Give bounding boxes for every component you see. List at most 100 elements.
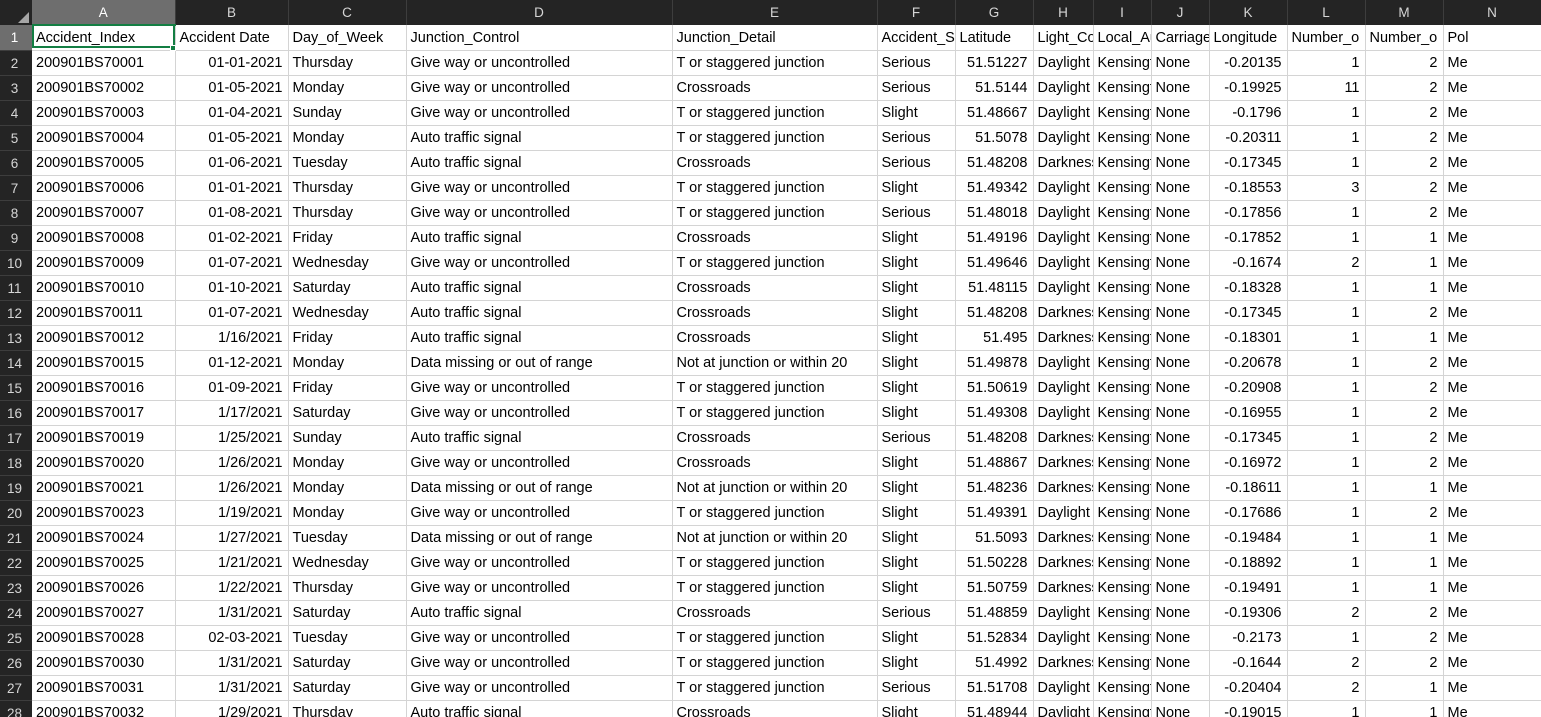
data-cell[interactable]: 01-01-2021 (175, 175, 289, 201)
column-title-cell[interactable]: Accident_S (877, 25, 956, 51)
data-cell[interactable]: 1/21/2021 (175, 550, 289, 576)
column-header-d[interactable]: D (406, 0, 673, 25)
spreadsheet-grid-area[interactable]: ABCDEFGHIJKLMN 1 Accident_Index Accident D… (0, 0, 1541, 717)
data-cell[interactable]: 11 (1287, 75, 1366, 101)
row-header-27[interactable]: 27 (0, 675, 32, 701)
data-cell[interactable]: Kensingtor (1093, 425, 1152, 451)
data-cell[interactable]: 2 (1365, 300, 1444, 326)
data-cell[interactable]: -0.19015 (1209, 700, 1288, 717)
data-cell[interactable]: None (1151, 225, 1210, 251)
data-cell[interactable]: Crossroads (672, 700, 878, 717)
column-header-k[interactable]: K (1209, 0, 1288, 25)
row-header-25[interactable]: 25 (0, 625, 32, 651)
data-cell[interactable]: 1/19/2021 (175, 500, 289, 526)
table-row[interactable]: 2 200901BS70001 01-01-2021 Thursday Give way… (0, 50, 1541, 76)
data-cell[interactable]: 2 (1365, 375, 1444, 401)
data-cell[interactable]: None (1151, 575, 1210, 601)
data-cell[interactable]: Give way or uncontrolled (406, 650, 673, 676)
column-title-cell[interactable]: Pol (1443, 25, 1541, 51)
data-cell[interactable]: -0.18892 (1209, 550, 1288, 576)
data-cell[interactable]: None (1151, 50, 1210, 76)
data-cell[interactable]: Me (1443, 550, 1541, 576)
data-cell[interactable]: Give way or uncontrolled (406, 175, 673, 201)
data-cell[interactable]: Slight (877, 250, 956, 276)
column-header-m[interactable]: M (1365, 0, 1444, 25)
data-cell[interactable]: Thursday (288, 700, 407, 717)
data-cell[interactable]: Slight (877, 625, 956, 651)
data-cell[interactable]: 1 (1287, 550, 1366, 576)
data-cell[interactable]: T or staggered junction (672, 400, 878, 426)
data-cell[interactable]: 2 (1365, 175, 1444, 201)
data-cell[interactable]: Slight (877, 475, 956, 501)
data-cell[interactable]: Give way or uncontrolled (406, 450, 673, 476)
data-cell[interactable]: Slight (877, 550, 956, 576)
data-cell[interactable]: 1 (1287, 325, 1366, 351)
data-cell[interactable]: Kensingtor (1093, 400, 1152, 426)
table-row[interactable]: 24 200901BS70027 1/31/2021 Saturday Auto tra… (0, 600, 1541, 626)
data-cell[interactable]: Serious (877, 125, 956, 151)
data-cell[interactable]: 51.5144 (955, 75, 1034, 101)
data-cell[interactable]: -0.1796 (1209, 100, 1288, 126)
data-cell[interactable]: Kensingtor (1093, 450, 1152, 476)
table-row[interactable]: 18 200901BS70020 1/26/2021 Monday Give way o… (0, 450, 1541, 476)
data-cell[interactable]: Thursday (288, 50, 407, 76)
data-cell[interactable]: 1 (1365, 675, 1444, 701)
data-cell[interactable]: 1 (1365, 550, 1444, 576)
data-cell[interactable]: Auto traffic signal (406, 600, 673, 626)
data-cell[interactable]: 2 (1365, 500, 1444, 526)
data-cell[interactable]: -0.18553 (1209, 175, 1288, 201)
data-cell[interactable]: 200901BS70008 (32, 225, 176, 251)
data-cell[interactable]: Darkness - (1033, 425, 1094, 451)
data-cell[interactable]: Kensingtor (1093, 50, 1152, 76)
data-cell[interactable]: Crossroads (672, 75, 878, 101)
table-row[interactable]: 1 Accident_Index Accident Date Day_of_Week J… (0, 25, 1541, 51)
data-cell[interactable]: 1 (1287, 625, 1366, 651)
column-header-f[interactable]: F (877, 0, 956, 25)
data-cell[interactable]: Me (1443, 225, 1541, 251)
data-cell[interactable]: T or staggered junction (672, 550, 878, 576)
data-cell[interactable]: Kensingtor (1093, 200, 1152, 226)
column-title-cell[interactable]: Accident Date (175, 25, 289, 51)
data-cell[interactable]: -0.16955 (1209, 400, 1288, 426)
data-cell[interactable]: Me (1443, 325, 1541, 351)
data-cell[interactable]: 1 (1287, 150, 1366, 176)
data-cell[interactable]: 200901BS70003 (32, 100, 176, 126)
data-cell[interactable]: Me (1443, 50, 1541, 76)
data-cell[interactable]: Me (1443, 375, 1541, 401)
data-cell[interactable]: T or staggered junction (672, 50, 878, 76)
data-cell[interactable]: Give way or uncontrolled (406, 75, 673, 101)
data-cell[interactable]: Me (1443, 100, 1541, 126)
data-cell[interactable]: Give way or uncontrolled (406, 400, 673, 426)
data-cell[interactable]: 1 (1365, 525, 1444, 551)
data-cell[interactable]: Darkness - (1033, 150, 1094, 176)
data-cell[interactable]: Serious (877, 75, 956, 101)
data-cell[interactable]: 1 (1287, 400, 1366, 426)
table-row[interactable]: 16 200901BS70017 1/17/2021 Saturday Give way… (0, 400, 1541, 426)
data-cell[interactable]: 51.49308 (955, 400, 1034, 426)
data-cell[interactable]: Kensingtor (1093, 550, 1152, 576)
row-header-8[interactable]: 8 (0, 200, 32, 226)
data-cell[interactable]: 1 (1365, 575, 1444, 601)
data-cell[interactable]: 2 (1287, 600, 1366, 626)
data-cell[interactable]: Saturday (288, 400, 407, 426)
data-cell[interactable]: 1 (1287, 575, 1366, 601)
data-cell[interactable]: 51.48859 (955, 600, 1034, 626)
data-cell[interactable]: Darkness - (1033, 300, 1094, 326)
data-cell[interactable]: Sunday (288, 100, 407, 126)
data-cell[interactable]: Kensingtor (1093, 575, 1152, 601)
data-cell[interactable]: Slight (877, 275, 956, 301)
row-header-18[interactable]: 18 (0, 450, 32, 476)
data-cell[interactable]: 1/31/2021 (175, 650, 289, 676)
data-cell[interactable]: 1 (1287, 450, 1366, 476)
data-cell[interactable]: -0.19491 (1209, 575, 1288, 601)
column-header-a[interactable]: A (32, 0, 176, 26)
data-cell[interactable]: 200901BS70012 (32, 325, 176, 351)
data-cell[interactable]: -0.17852 (1209, 225, 1288, 251)
data-cell[interactable]: Darkness - (1033, 475, 1094, 501)
data-cell[interactable]: None (1151, 675, 1210, 701)
data-cell[interactable]: 1 (1365, 700, 1444, 717)
data-cell[interactable]: Monday (288, 125, 407, 151)
column-title-cell[interactable]: Longitude (1209, 25, 1288, 51)
data-cell[interactable]: Data missing or out of range (406, 475, 673, 501)
data-cell[interactable]: Me (1443, 125, 1541, 151)
